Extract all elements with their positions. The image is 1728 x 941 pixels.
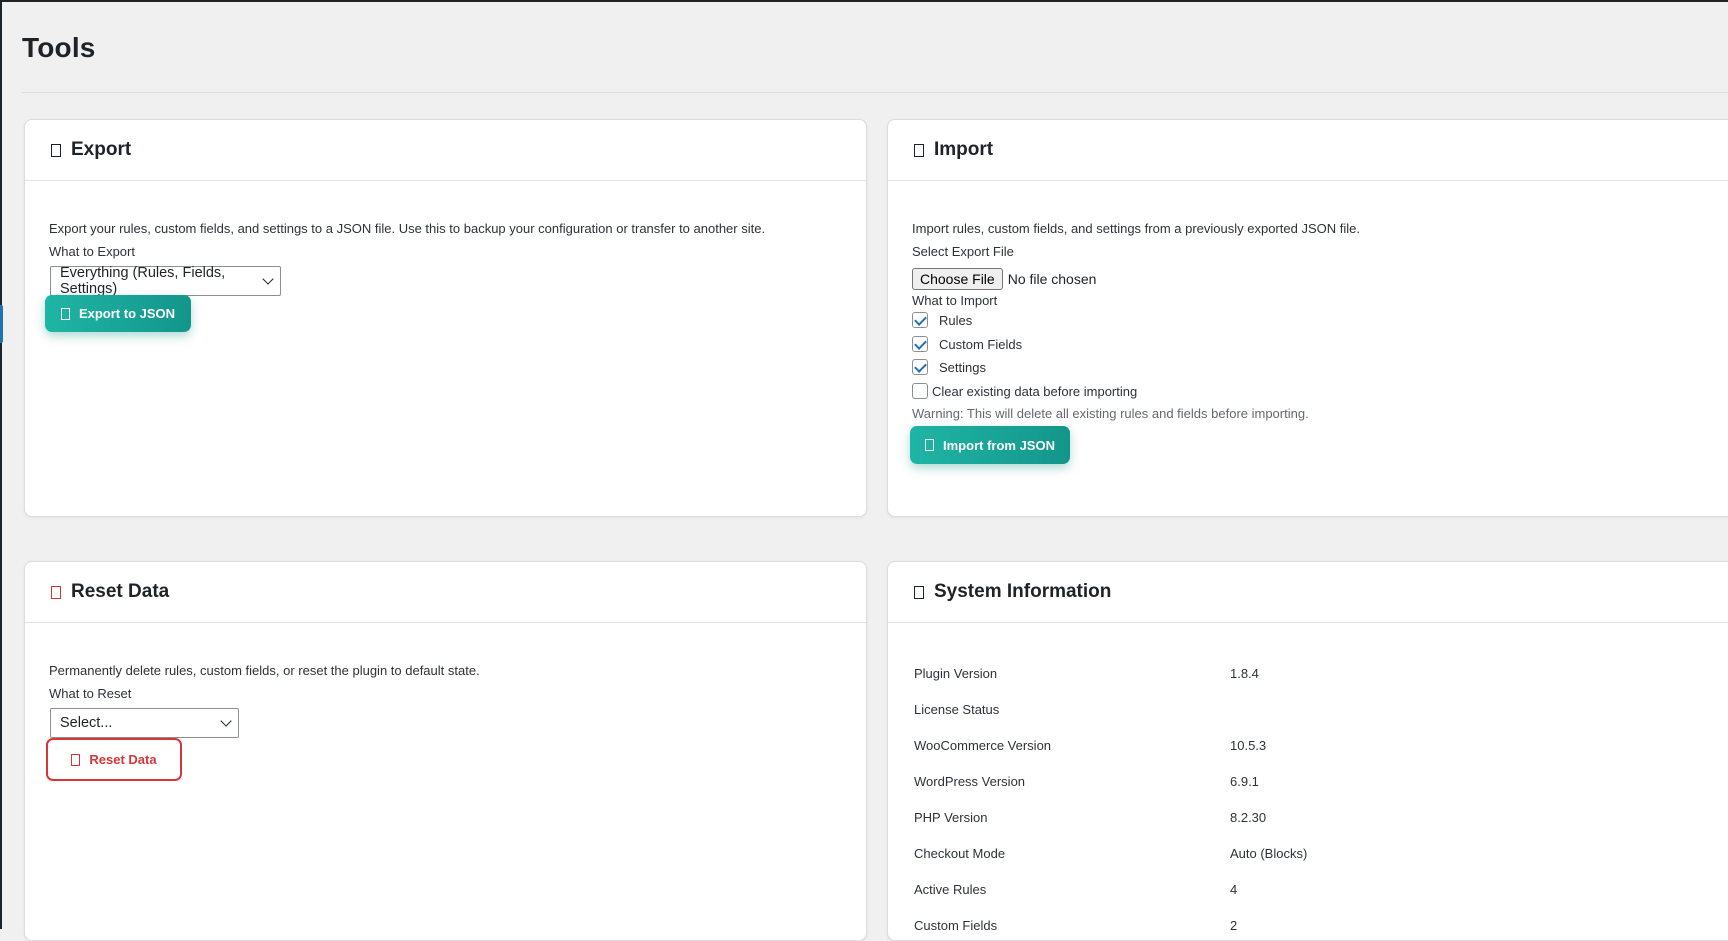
reset-description: Permanently delete rules, custom fields,… — [49, 663, 480, 678]
checkout-mode-value: Auto (Blocks) — [1230, 845, 1308, 861]
file-icon — [51, 143, 61, 157]
info-icon — [914, 585, 924, 599]
import-option-settings[interactable]: Settings — [912, 359, 986, 375]
reset-scope-select[interactable]: Select... — [50, 708, 239, 738]
what-to-import-label: What to Import — [912, 293, 998, 308]
trash-icon — [71, 753, 81, 766]
reset-data-button[interactable]: Reset Data — [46, 738, 182, 781]
system-info-title: System Information — [934, 581, 1112, 602]
what-to-export-label: What to Export — [49, 244, 135, 259]
table-row: Checkout Mode Auto (Blocks) — [914, 835, 1674, 871]
system-info-table: Plugin Version 1.8.4 License Status WooC… — [914, 655, 1674, 940]
file-icon — [914, 143, 924, 157]
license-status-label: License Status — [914, 701, 1000, 717]
export-card: Export Export your rules, custom fields,… — [24, 119, 867, 517]
export-description: Export your rules, custom fields, and se… — [49, 221, 766, 236]
table-row: WordPress Version 6.9.1 — [914, 763, 1674, 799]
import-description: Import rules, custom fields, and setting… — [912, 221, 1360, 236]
reset-card-header: Reset Data — [25, 562, 866, 623]
active-rules-value: 4 — [1230, 881, 1238, 897]
import-card: Import Import rules, custom fields, and … — [887, 119, 1728, 517]
export-to-json-button[interactable]: Export to JSON — [45, 295, 191, 332]
system-info-card-header: System Information — [888, 562, 1728, 623]
custom-fields-count-label: Custom Fields — [914, 917, 998, 933]
rules-checkbox[interactable] — [912, 312, 928, 328]
woocommerce-version-label: WooCommerce Version — [914, 737, 1052, 753]
import-card-header: Import — [888, 120, 1728, 181]
custom-fields-checkbox[interactable] — [912, 336, 928, 352]
export-button-label: Export to JSON — [78, 306, 176, 321]
export-scope-select[interactable]: Everything (Rules, Fields, Settings) — [50, 265, 281, 297]
table-row: License Status — [914, 691, 1674, 727]
what-to-reset-label: What to Reset — [49, 686, 132, 701]
php-version-label: PHP Version — [914, 809, 988, 825]
reset-scope-value: Select... — [60, 715, 113, 731]
reset-card: Reset Data Permanently delete rules, cus… — [24, 561, 867, 941]
trash-icon — [51, 585, 61, 599]
clear-existing-checkbox[interactable] — [912, 383, 928, 399]
table-row: PHP Version 8.2.30 — [914, 799, 1674, 835]
php-version-value: 8.2.30 — [1230, 809, 1267, 825]
wordpress-version-value: 6.9.1 — [1230, 773, 1259, 789]
settings-label: Settings — [939, 359, 986, 375]
table-row: WooCommerce Version 10.5.3 — [914, 727, 1674, 763]
export-card-header: Export — [25, 120, 866, 181]
select-export-file-label: Select Export File — [912, 244, 1014, 259]
plugin-version-label: Plugin Version — [914, 665, 998, 681]
title-divider — [22, 92, 1728, 93]
import-option-custom-fields[interactable]: Custom Fields — [912, 336, 1022, 352]
download-icon — [60, 307, 70, 320]
checkout-mode-label: Checkout Mode — [914, 845, 1006, 861]
table-row: Active Rules 4 — [914, 871, 1674, 907]
chevron-down-icon — [220, 715, 232, 727]
rules-label: Rules — [939, 312, 973, 328]
import-warning: Warning: This will delete all existing r… — [912, 406, 1309, 421]
reset-button-label: Reset Data — [89, 752, 157, 767]
clear-existing-option[interactable]: Clear existing data before importing — [912, 383, 1137, 399]
settings-checkbox[interactable] — [912, 359, 928, 375]
woocommerce-version-value: 10.5.3 — [1230, 737, 1267, 753]
choose-file-button[interactable]: Choose File — [912, 268, 1003, 290]
import-title: Import — [934, 139, 994, 160]
export-title: Export — [71, 139, 132, 160]
file-picker: Choose File No file chosen — [912, 268, 1096, 290]
import-from-json-button[interactable]: Import from JSON — [910, 426, 1070, 464]
import-option-rules[interactable]: Rules — [912, 312, 972, 328]
wordpress-version-label: WordPress Version — [914, 773, 1026, 789]
active-indicator — [0, 305, 3, 343]
plugin-version-value: 1.8.4 — [1230, 665, 1259, 681]
file-status: No file chosen — [1007, 271, 1097, 287]
custom-fields-label: Custom Fields — [939, 336, 1023, 352]
export-scope-value: Everything (Rules, Fields, Settings) — [60, 265, 226, 297]
upload-icon — [925, 439, 935, 451]
import-button-label: Import from JSON — [943, 437, 1055, 453]
table-row: Plugin Version 1.8.4 — [914, 655, 1674, 691]
active-rules-label: Active Rules — [914, 881, 987, 897]
custom-fields-count-value: 2 — [1230, 917, 1238, 933]
page-title: Tools — [22, 32, 96, 63]
reset-title: Reset Data — [71, 581, 170, 602]
system-info-card: System Information Plugin Version 1.8.4 … — [887, 561, 1728, 941]
clear-existing-label: Clear existing data before importing — [932, 383, 1138, 399]
table-row: Custom Fields 2 — [914, 907, 1674, 940]
